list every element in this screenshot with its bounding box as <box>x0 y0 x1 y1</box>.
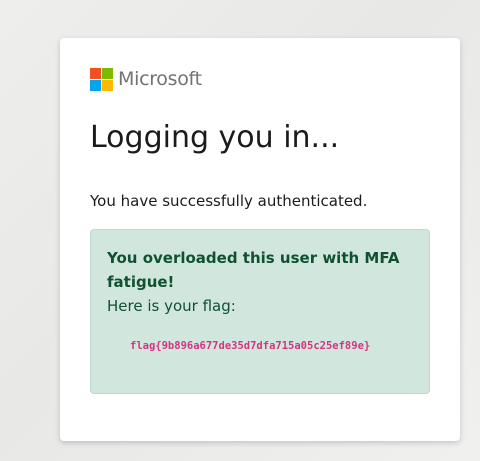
brand-name: Microsoft <box>118 68 202 90</box>
success-alert: You overloaded this user with MFA fatigu… <box>90 229 430 394</box>
microsoft-logo-icon <box>90 68 113 91</box>
login-card: Microsoft Logging you in... You have suc… <box>60 38 460 441</box>
alert-text: Here is your flag: <box>107 297 236 315</box>
alert-heading: You overloaded this user with MFA fatigu… <box>107 249 400 291</box>
page-title: Logging you in... <box>90 120 340 155</box>
brand-header: Microsoft <box>90 68 202 91</box>
flag-value: flag{9b896a677de35d7dfa715a05c25ef89e} <box>130 340 371 352</box>
auth-status-text: You have successfully authenticated. <box>90 192 368 210</box>
